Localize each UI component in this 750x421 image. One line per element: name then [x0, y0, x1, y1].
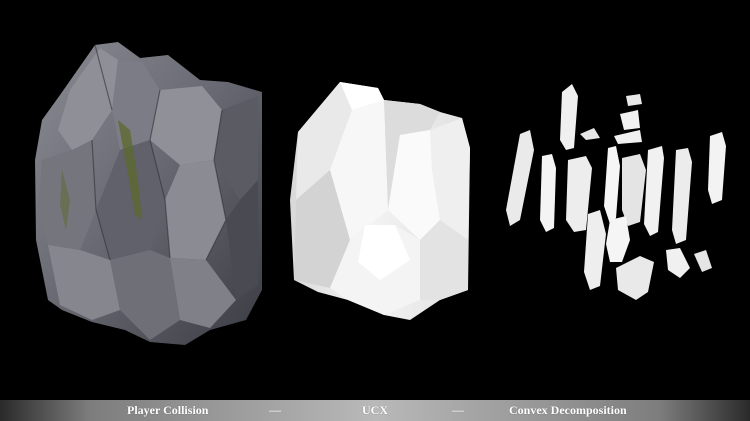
caption-ucx: UCX	[362, 403, 388, 417]
illustration-canvas	[35, 42, 726, 345]
caption-separator: —	[269, 403, 281, 417]
rock-mesh	[35, 42, 262, 345]
convex-pieces	[506, 84, 726, 300]
comparison-image: Player Collision — UCX — Convex Decompos…	[0, 0, 750, 421]
caption-convex-decomposition: Convex Decomposition	[509, 403, 627, 417]
caption-player-collision: Player Collision	[127, 403, 209, 417]
ucx-hull	[290, 82, 470, 320]
caption-bar: Player Collision — UCX — Convex Decompos…	[0, 400, 750, 421]
caption-separator: —	[452, 403, 464, 417]
